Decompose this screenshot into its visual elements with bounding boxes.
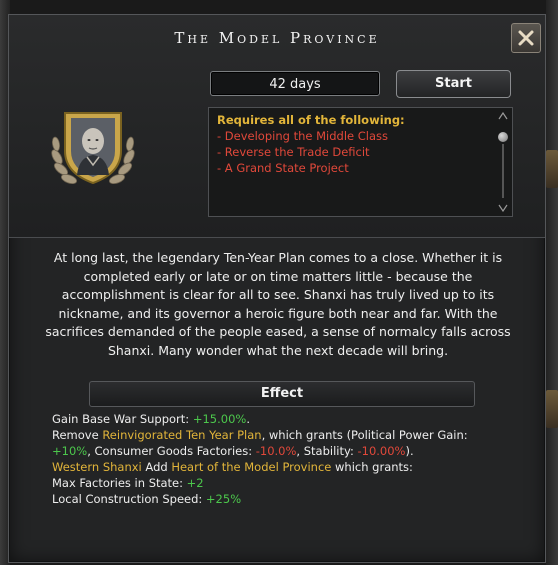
effect-text: , Stability:: [296, 444, 358, 458]
effect-line: Local Construction Speed: +25%: [52, 491, 522, 507]
effect-line: Max Factories in State: +2: [52, 475, 522, 491]
requirement-item: - Developing the Middle Class: [217, 129, 389, 143]
effect-label: Gain Base War Support:: [52, 412, 193, 426]
effect-value: -10.0%: [255, 444, 297, 458]
effect-text: , which grants (Political Power Gain:: [261, 428, 468, 442]
effect-text: , Consumer Goods Factories:: [87, 444, 256, 458]
effect-line: Western Shanxi Add Heart of the Model Pr…: [52, 459, 522, 475]
background-decoration: [546, 150, 558, 188]
requirement-item: - Reverse the Trade Deficit: [217, 145, 370, 159]
effect-text: which grants:: [331, 460, 413, 474]
focus-duration-display: 42 days: [210, 71, 380, 96]
window-title: The Model Province: [174, 29, 380, 47]
requirements-heading: Requires all of the following:: [217, 113, 405, 127]
effect-value: -10.00%: [357, 444, 406, 458]
effect-label: Max Factories in State:: [52, 476, 187, 490]
effect-heading: Effect: [89, 381, 475, 407]
effect-list: Gain Base War Support: +15.00%. Remove R…: [52, 411, 522, 507]
effect-text: .: [246, 412, 250, 426]
state-link[interactable]: Western Shanxi: [52, 460, 142, 474]
effect-value: +2: [186, 476, 204, 490]
requirement-item: - A Grand State Project: [217, 161, 349, 175]
close-x-icon: [518, 30, 534, 46]
focus-detail-window: The Model Province 42 days Start Require…: [8, 14, 546, 563]
scroll-up-arrow-icon[interactable]: [498, 112, 508, 120]
focus-description: At long last, the legendary Ten-Year Pla…: [45, 250, 511, 358]
effect-value: +25%: [205, 492, 242, 506]
effect-line: Remove Reinvigorated Ten Year Plan, whic…: [52, 427, 522, 443]
scroll-thumb[interactable]: [498, 132, 508, 142]
effect-value: +15.00%: [192, 412, 247, 426]
background-edge-right: [546, 0, 558, 565]
close-button[interactable]: [511, 23, 541, 53]
start-focus-button[interactable]: Start: [396, 70, 511, 98]
focus-portrait-emblem-icon: [47, 99, 139, 191]
background-decoration: [546, 390, 558, 428]
effect-line: Gain Base War Support: +15.00%.: [52, 411, 522, 427]
effect-text: ).: [405, 444, 414, 458]
effect-text: Remove: [52, 428, 103, 442]
scroll-down-arrow-icon[interactable]: [498, 204, 508, 212]
national-spirit-link[interactable]: Reinvigorated Ten Year Plan: [102, 428, 261, 442]
effect-line: +10%, Consumer Goods Factories: -10.0%, …: [52, 443, 522, 459]
focus-header: The Model Province 42 days Start Require…: [9, 15, 545, 238]
effect-value: +10%: [52, 444, 88, 458]
requirements-scrollbar[interactable]: [498, 112, 508, 212]
modifier-link[interactable]: Heart of the Model Province: [171, 460, 331, 474]
scroll-track[interactable]: [502, 144, 504, 198]
requirements-panel: Requires all of the following: - Develop…: [208, 107, 513, 217]
effect-label: Local Construction Speed:: [52, 492, 206, 506]
effect-text: Add: [141, 460, 172, 474]
